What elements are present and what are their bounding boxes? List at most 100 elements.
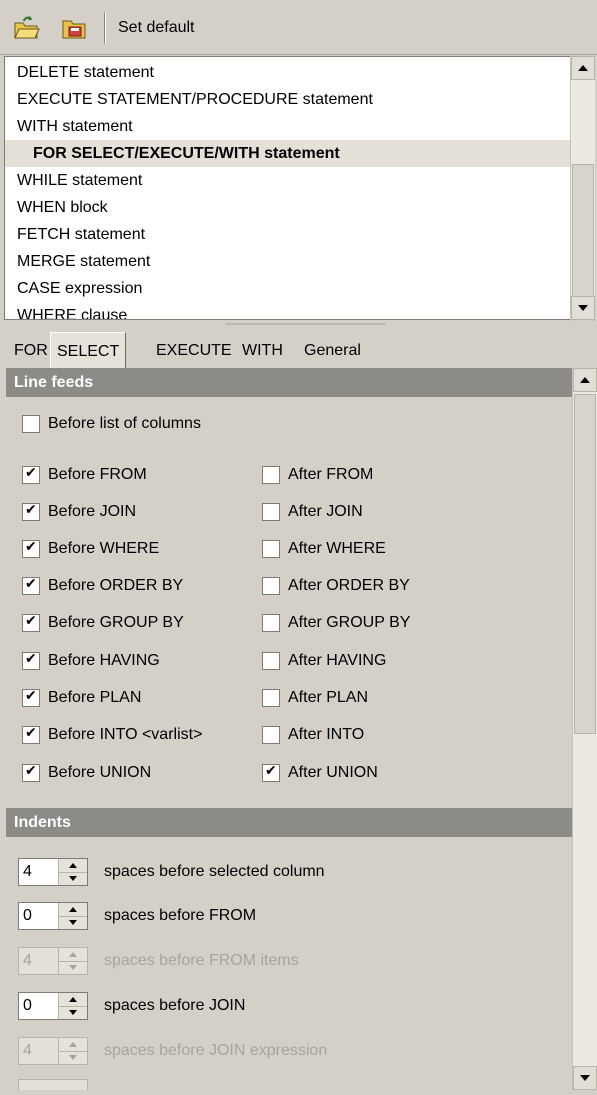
tab-select[interactable]: SELECT: [50, 332, 127, 368]
checkbox[interactable]: [22, 651, 40, 670]
spin-down-button[interactable]: [59, 873, 87, 886]
list-item[interactable]: EXECUTE STATEMENT/PROCEDURE statement: [17, 86, 373, 113]
spin-row-before-join: 0 spaces before JOIN: [18, 991, 245, 1021]
checkbox-before-group-by[interactable]: Before GROUP BY: [22, 611, 184, 635]
list-item[interactable]: WITH statement: [17, 113, 133, 140]
checkbox[interactable]: [262, 689, 280, 707]
list-item-selected[interactable]: FOR SELECT/EXECUTE/WITH statement: [5, 140, 571, 167]
checkbox-after-order-by[interactable]: After ORDER BY: [262, 574, 410, 598]
spin-up-button: [59, 948, 87, 962]
spin-label: spaces before selected column: [104, 863, 325, 880]
section-header-line-feeds: Line feeds: [6, 368, 572, 397]
options-scrollbar[interactable]: [572, 368, 597, 1090]
checkbox-before-union[interactable]: Before UNION: [22, 761, 151, 785]
checkbox[interactable]: [22, 725, 40, 744]
spin-up-button[interactable]: [59, 993, 87, 1007]
checkbox[interactable]: [262, 540, 280, 558]
tab-execute[interactable]: EXECUTE: [150, 332, 238, 368]
tab-general[interactable]: General: [298, 332, 367, 368]
checkbox-before-plan[interactable]: Before PLAN: [22, 686, 141, 710]
spin-up-button[interactable]: [59, 859, 87, 873]
spin-selected-column[interactable]: 4: [18, 858, 88, 886]
scroll-up-button[interactable]: [573, 368, 597, 392]
checkbox-label: Before list of columns: [48, 415, 201, 432]
checkbox-after-where[interactable]: After WHERE: [262, 537, 386, 561]
set-default-button[interactable]: Set default: [118, 19, 195, 37]
toolbar: Set default: [0, 0, 597, 55]
checkbox[interactable]: [262, 466, 280, 484]
checkbox-before-order-by[interactable]: Before ORDER BY: [22, 574, 183, 598]
folder-open-icon[interactable]: [8, 10, 44, 46]
list-item[interactable]: WHERE clause: [17, 302, 127, 319]
checkbox[interactable]: [262, 577, 280, 595]
checkbox-before-join[interactable]: Before JOIN: [22, 500, 136, 524]
statement-list[interactable]: DELETE statement EXECUTE STATEMENT/PROCE…: [4, 56, 572, 320]
spin-value[interactable]: 4: [19, 859, 58, 885]
spin-partial: [18, 1079, 88, 1090]
spin-down-button[interactable]: [59, 1007, 87, 1020]
checkbox-after-having[interactable]: After HAVING: [262, 649, 386, 673]
list-item[interactable]: FETCH statement: [17, 221, 145, 248]
spin-value[interactable]: 0: [19, 903, 58, 929]
checkbox-after-join[interactable]: After JOIN: [262, 500, 363, 524]
splitter[interactable]: [0, 321, 597, 327]
tab-for[interactable]: FOR: [8, 332, 54, 368]
checkbox[interactable]: [22, 576, 40, 595]
spin-before-from-items: 4: [18, 947, 88, 975]
checkbox-before-into[interactable]: Before INTO <varlist>: [22, 723, 202, 747]
spin-down-button: [59, 962, 87, 975]
checkbox-after-union[interactable]: After UNION: [262, 761, 378, 785]
scroll-down-button[interactable]: [571, 296, 595, 320]
checkbox[interactable]: [262, 763, 280, 782]
checkbox-label: Before PLAN: [48, 689, 142, 706]
checkbox-after-into[interactable]: After INTO: [262, 723, 364, 747]
checkbox[interactable]: [22, 539, 40, 558]
spin-label: spaces before FROM items: [104, 952, 299, 969]
scroll-thumb[interactable]: [574, 394, 596, 734]
checkbox[interactable]: [262, 726, 280, 744]
tab-with[interactable]: WITH: [236, 332, 289, 368]
list-item[interactable]: WHEN block: [17, 194, 108, 221]
checkbox-label: Before HAVING: [48, 652, 160, 669]
checkbox-label: After INTO: [288, 726, 365, 743]
checkbox[interactable]: [262, 614, 280, 632]
spin-before-from[interactable]: 0: [18, 902, 88, 930]
checkbox-before-from[interactable]: Before FROM: [22, 463, 147, 487]
checkbox[interactable]: [22, 688, 40, 707]
checkbox[interactable]: [22, 415, 40, 433]
checkbox-before-where[interactable]: Before WHERE: [22, 537, 159, 561]
list-scrollbar[interactable]: [570, 56, 595, 326]
checkbox[interactable]: [262, 652, 280, 670]
spin-label: spaces before JOIN expression: [104, 1042, 328, 1059]
spin-before-join[interactable]: 0: [18, 992, 88, 1020]
spin-before-join-expression: 4: [18, 1037, 88, 1065]
checkbox-label: After PLAN: [288, 689, 369, 706]
spin-value[interactable]: 0: [19, 993, 58, 1019]
spin-down-button[interactable]: [59, 917, 87, 930]
checkbox-label: Before GROUP BY: [48, 614, 184, 631]
checkbox-after-plan[interactable]: After PLAN: [262, 686, 368, 710]
spin-value: 4: [23, 1042, 32, 1059]
checkbox-after-from[interactable]: After FROM: [262, 463, 373, 487]
list-item[interactable]: CASE expression: [17, 275, 142, 302]
checkbox-before-list-of-columns[interactable]: Before list of columns: [22, 412, 201, 436]
spin-row-before-join-expression: 4 spaces before JOIN expression: [18, 1036, 327, 1066]
toolbar-separator: [104, 12, 106, 44]
checkbox[interactable]: [262, 503, 280, 521]
spin-up-button: [59, 1038, 87, 1052]
checkbox[interactable]: [22, 613, 40, 632]
list-item[interactable]: WHILE statement: [17, 167, 142, 194]
checkbox-label: Before ORDER BY: [48, 577, 184, 594]
list-item[interactable]: DELETE statement: [17, 59, 154, 86]
checkbox-after-group-by[interactable]: After GROUP BY: [262, 611, 410, 635]
checkbox[interactable]: [22, 502, 40, 521]
scroll-down-button[interactable]: [573, 1066, 597, 1090]
checkbox[interactable]: [22, 763, 40, 782]
scroll-up-button[interactable]: [571, 56, 595, 80]
checkbox-before-having[interactable]: Before HAVING: [22, 649, 160, 673]
list-item[interactable]: MERGE statement: [17, 248, 150, 275]
checkbox[interactable]: [22, 465, 40, 484]
spin-up-button[interactable]: [59, 903, 87, 917]
checkbox-label: After UNION: [288, 764, 378, 781]
folder-save-icon[interactable]: [56, 10, 92, 46]
